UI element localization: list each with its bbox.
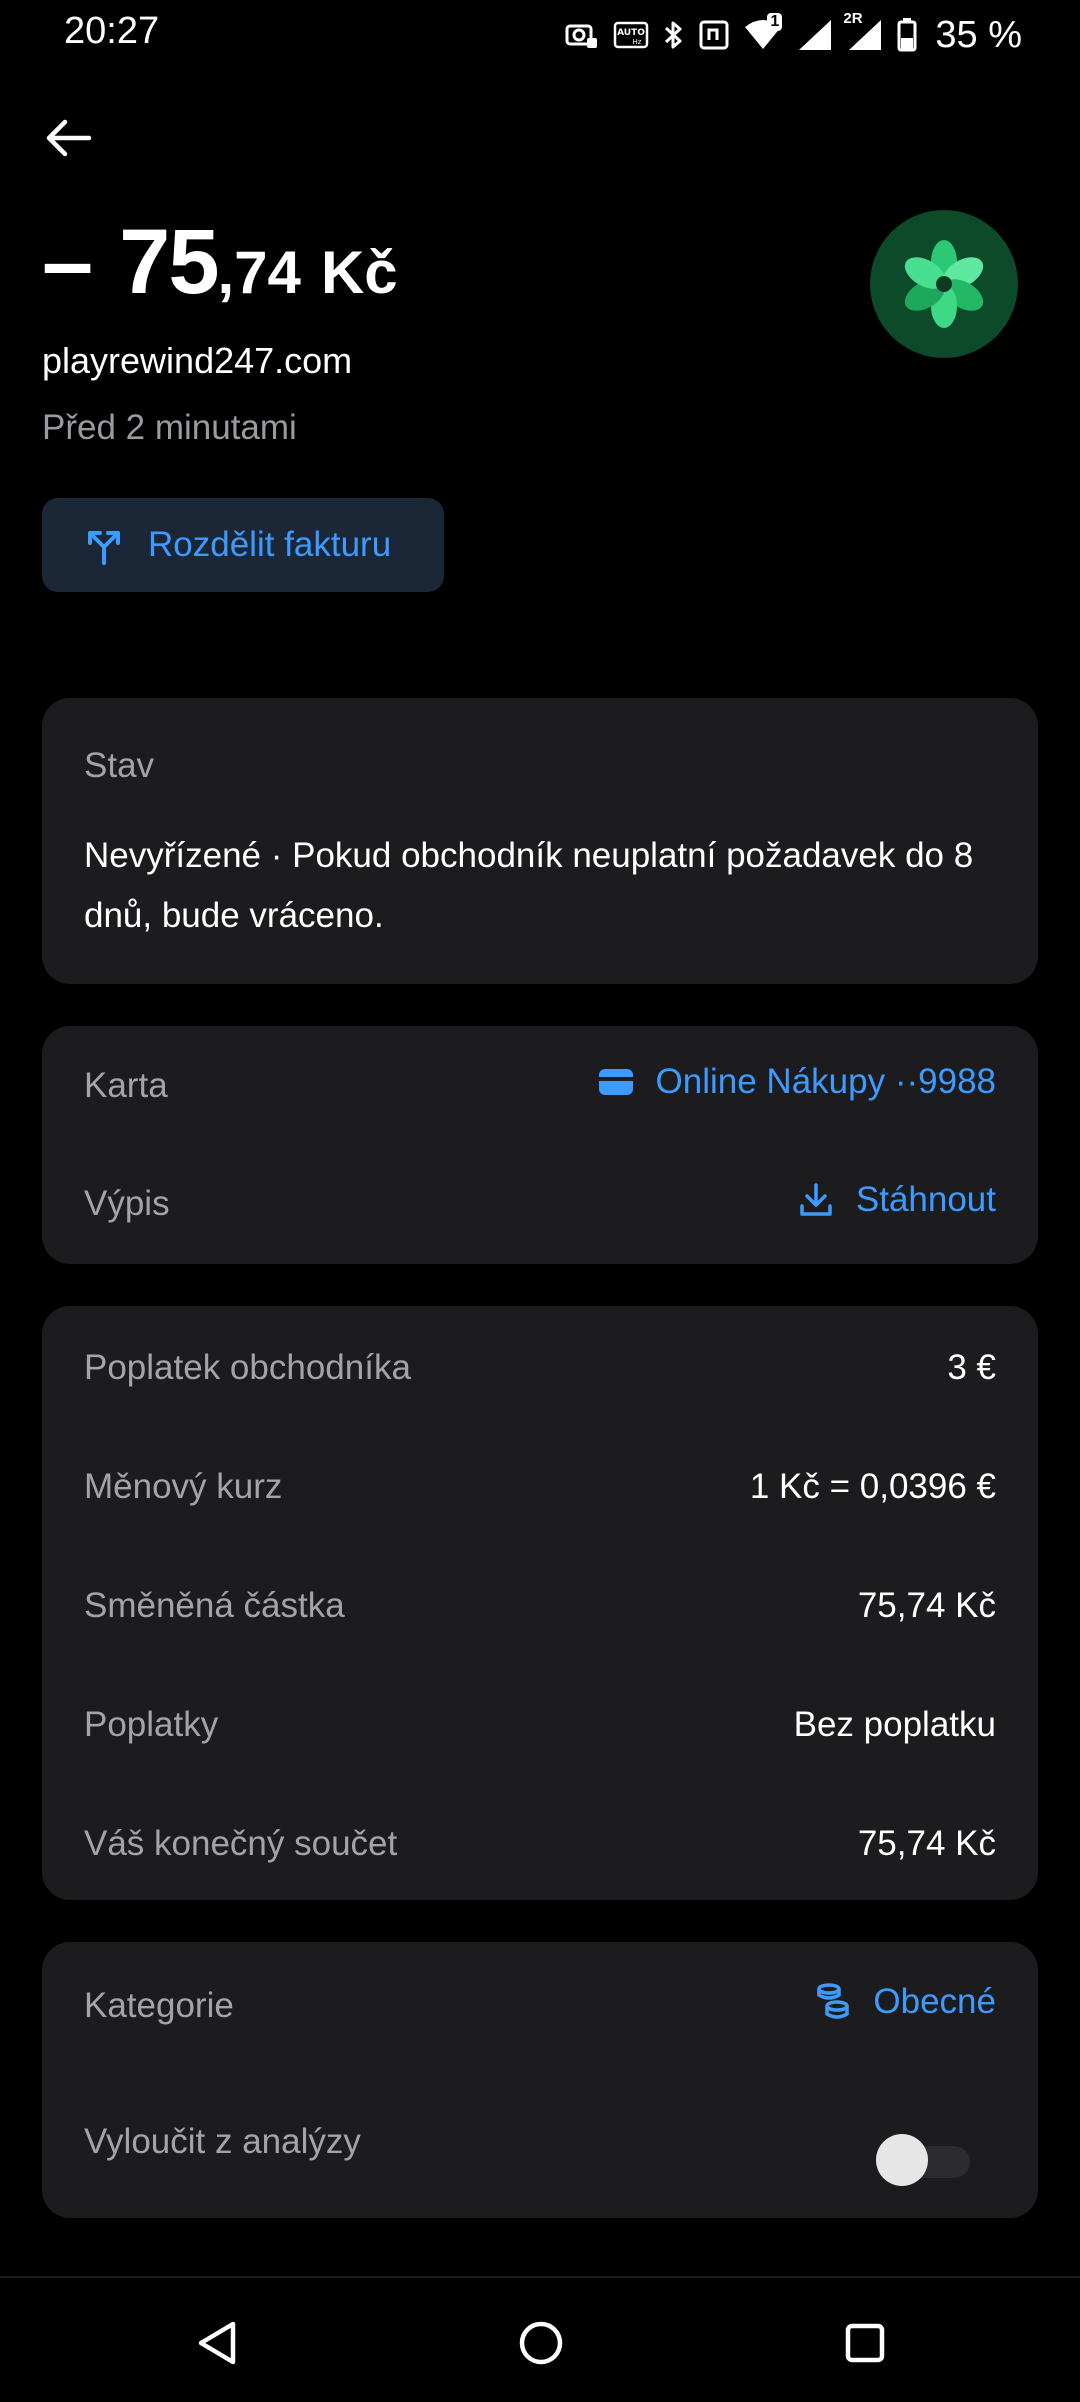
category-link[interactable]: Obecné xyxy=(815,1982,996,2022)
detail-value: 75,74 Kč xyxy=(857,1824,996,1863)
amount-sign: – xyxy=(42,211,94,313)
exclude-from-analysis-label: Vyloučit z analýzy xyxy=(84,2122,361,2161)
split-bill-button[interactable]: Rozdělit fakturu xyxy=(42,498,444,592)
detail-label: Váš konečný součet xyxy=(84,1824,398,1863)
signal-icon xyxy=(799,20,832,50)
split-bill-label: Rozdělit fakturu xyxy=(148,525,392,564)
auto-hz-icon: AUTOHz xyxy=(614,21,649,49)
detail-value: Bez poplatku xyxy=(793,1705,996,1744)
credit-card-icon xyxy=(598,1069,633,1095)
sim-badge: 1 xyxy=(767,13,783,31)
status-card: Stav Nevyřízené · Pokud obchodník neupla… xyxy=(42,698,1038,984)
svg-text:AUTO: AUTO xyxy=(617,28,645,38)
fee-details-card: Poplatek obchodníka 3 € Měnový kurz 1 Kč… xyxy=(42,1306,1038,1900)
detail-value: 75,74 Kč xyxy=(857,1586,996,1625)
detail-value: 1 Kč = 0,0396 € xyxy=(749,1467,996,1506)
category-card: Kategorie Obecné Vyloučit z analýzy xyxy=(42,1942,1038,2218)
status-text: Nevyřízené · Pokud obchodník neuplatní p… xyxy=(84,836,974,935)
battery-percent: 35 % xyxy=(935,13,1022,56)
toggle-thumb xyxy=(876,2134,928,2186)
transaction-amount: – 75 ,74 Kč xyxy=(42,210,398,315)
detail-label: Poplatky xyxy=(84,1705,219,1744)
detail-label: Směněná částka xyxy=(84,1586,345,1625)
nav-home-button[interactable] xyxy=(506,2308,576,2378)
amount-currency: Kč xyxy=(320,239,398,306)
flower-logo-icon xyxy=(904,240,984,328)
amount-integer: 75 xyxy=(119,211,219,313)
detail-label: Poplatek obchodníka xyxy=(84,1348,411,1387)
svg-text:Hz: Hz xyxy=(633,38,642,46)
statement-label: Výpis xyxy=(84,1184,170,1223)
category-label: Kategorie xyxy=(84,1986,234,2025)
nav-recents-button[interactable] xyxy=(830,2308,900,2378)
download-icon xyxy=(800,1183,832,1216)
nfc-icon xyxy=(699,20,729,50)
split-arrows-icon xyxy=(84,525,124,565)
bluetooth-icon xyxy=(665,21,682,49)
detail-value: 3 € xyxy=(947,1348,996,1387)
download-statement-button[interactable]: Stáhnout xyxy=(798,1180,996,1220)
status-icons: AUTO Hz 1 2R 35 % xyxy=(565,10,1022,60)
battery-icon xyxy=(897,18,917,52)
download-label: Stáhnout xyxy=(855,1180,996,1219)
transaction-time: Před 2 minutami xyxy=(42,408,297,447)
back-button[interactable] xyxy=(36,106,100,170)
card-info-card: Karta Online Nákupy ··9988 Výpis Stáhnou… xyxy=(42,1026,1038,1264)
triangle-back-icon xyxy=(198,2321,236,2365)
merchant-logo xyxy=(870,210,1018,358)
card-label: Karta xyxy=(84,1066,168,1105)
exclude-from-analysis-toggle[interactable] xyxy=(876,2134,970,2186)
square-recents-icon xyxy=(845,2323,885,2363)
nav-back-button[interactable] xyxy=(182,2308,252,2378)
card-link[interactable]: Online Nákupy ··9988 xyxy=(598,1062,996,1102)
coins-icon xyxy=(817,1983,850,2019)
merchant-name: playrewind247.com xyxy=(42,340,353,381)
status-label: Stav xyxy=(84,746,155,785)
amount-decimal: ,74 xyxy=(217,239,301,306)
system-nav-bar xyxy=(0,2276,1080,2402)
card-value: Online Nákupy ··9988 xyxy=(655,1062,996,1101)
status-time: 20:27 xyxy=(64,10,160,52)
circle-home-icon xyxy=(519,2321,563,2365)
camera-lock-icon xyxy=(565,24,598,48)
arrow-left-icon xyxy=(46,119,92,157)
category-value: Obecné xyxy=(873,1982,996,2021)
detail-label: Měnový kurz xyxy=(84,1467,283,1506)
roaming-badge: 2R xyxy=(843,10,863,27)
